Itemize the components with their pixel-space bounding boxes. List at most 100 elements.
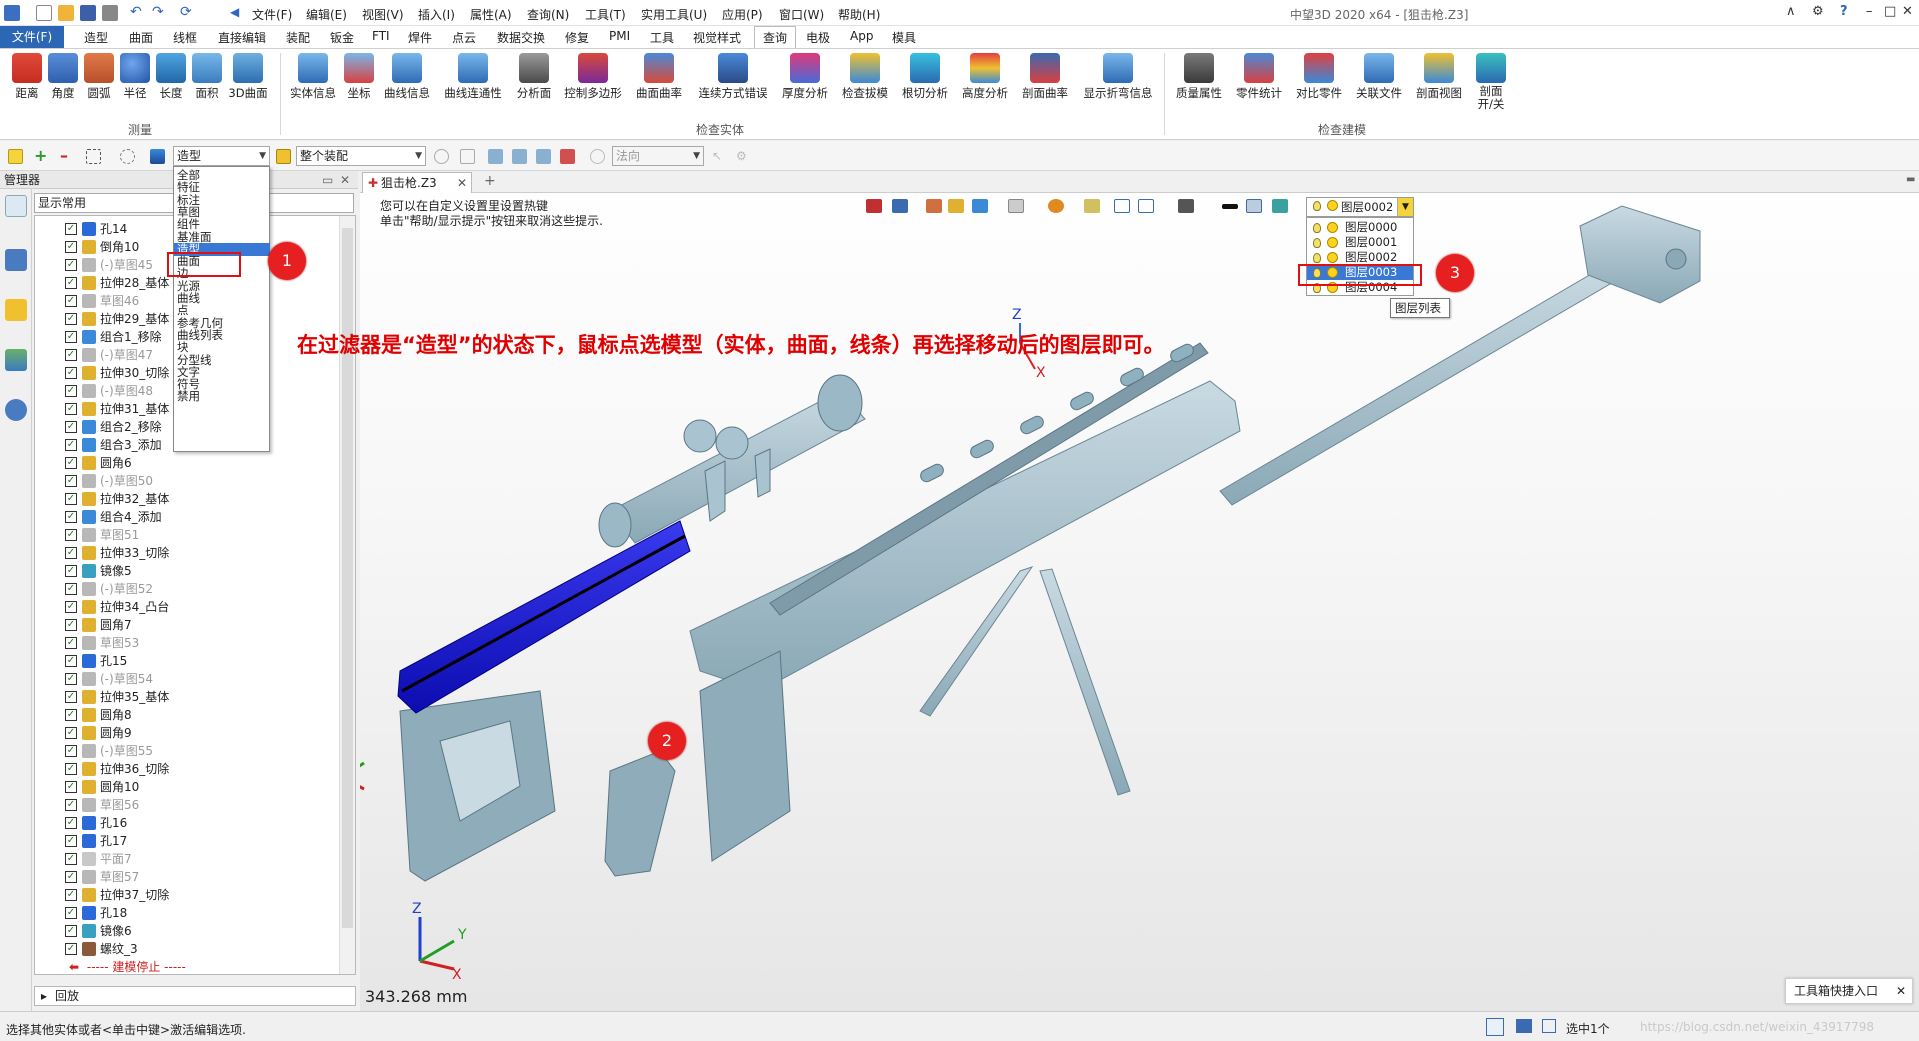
- filter-dropdown-list[interactable]: 全部 特征 标注 草图 组件 基准面 造型 曲面边光源 曲线点参考几何 曲线列表块分型线 文字 符号禁…: [173, 166, 270, 452]
- tab-weldment[interactable]: 焊件: [408, 29, 432, 46]
- distance-button[interactable]: 距离: [10, 53, 44, 101]
- settings-gear-icon[interactable]: ⚙: [1812, 4, 1824, 19]
- close-icon[interactable]: ✕: [340, 171, 350, 189]
- visibility-checkbox[interactable]: ✓: [65, 259, 77, 271]
- gear-icon[interactable]: ⚙: [736, 149, 751, 164]
- remove-icon[interactable]: –: [60, 148, 75, 164]
- part-statistics-button[interactable]: 零件统计: [1232, 53, 1286, 101]
- graphics-viewport[interactable]: ✚ 狙击枪.Z3 ✕ + ▬ 您可以在自定义设置里设置热键 单击"帮助/显示提示…: [360, 171, 1919, 1011]
- visibility-checkbox[interactable]: ✓: [65, 583, 77, 595]
- section-toggle-button[interactable]: 剖面 开/关: [1470, 53, 1512, 111]
- pin-icon[interactable]: [560, 149, 575, 164]
- length-button[interactable]: 长度: [154, 53, 188, 101]
- visibility-checkbox[interactable]: ✓: [65, 835, 77, 847]
- visibility-checkbox[interactable]: ✓: [65, 871, 77, 883]
- clock-icon[interactable]: [590, 149, 605, 164]
- assembly-combo[interactable]: 整个装配 ▼: [296, 146, 426, 166]
- analyze-face-button[interactable]: 分析面: [512, 53, 556, 101]
- align-icon[interactable]: [488, 149, 503, 164]
- visibility-checkbox[interactable]: ✓: [65, 781, 77, 793]
- open-folder-icon[interactable]: [58, 5, 74, 21]
- maximize-button[interactable]: □: [1884, 4, 1896, 19]
- visibility-checkbox[interactable]: ✓: [65, 925, 77, 937]
- snap-icon[interactable]: [460, 149, 475, 164]
- visibility-checkbox[interactable]: ✓: [65, 817, 77, 829]
- menu-tools[interactable]: 工具(T): [585, 6, 626, 23]
- menu-edit[interactable]: 编辑(E): [306, 6, 347, 23]
- collapse-ribbon-button[interactable]: ∧: [1786, 4, 1796, 19]
- visibility-checkbox[interactable]: ✓: [65, 421, 77, 433]
- scope-turret[interactable]: [683, 419, 717, 453]
- tab-data-exchange[interactable]: 数据交换: [497, 29, 545, 46]
- curve-info-button[interactable]: 曲线信息: [380, 53, 434, 101]
- tab-repair[interactable]: 修复: [565, 29, 589, 46]
- layout-icon[interactable]: [1486, 1018, 1504, 1036]
- scope-turret[interactable]: [715, 426, 749, 460]
- tab-pmi[interactable]: PMI: [609, 29, 630, 43]
- visibility-checkbox[interactable]: ✓: [65, 385, 77, 397]
- direction-combo[interactable]: 法向 ▼: [612, 146, 704, 166]
- lasso-icon[interactable]: [120, 149, 135, 164]
- menu-file[interactable]: 文件(F): [252, 6, 292, 23]
- save-icon[interactable]: [80, 5, 96, 21]
- visibility-checkbox[interactable]: ✓: [65, 907, 77, 919]
- tab-tools[interactable]: 工具: [650, 29, 674, 46]
- rebuild-icon[interactable]: ⟳: [180, 5, 196, 21]
- menu-view[interactable]: 视图(V): [362, 6, 404, 23]
- assembly-scope-icon[interactable]: [276, 149, 291, 164]
- print-icon[interactable]: [102, 5, 118, 21]
- draft-check-button[interactable]: 检查拔模: [838, 53, 892, 101]
- visibility-checkbox[interactable]: ✓: [65, 277, 77, 289]
- pin-icon[interactable]: ▭: [322, 171, 333, 189]
- menu-utilities[interactable]: 实用工具(U): [641, 6, 707, 23]
- visibility-checkbox[interactable]: ✓: [65, 619, 77, 631]
- menu-attributes[interactable]: 属性(A): [470, 6, 512, 23]
- visibility-checkbox[interactable]: ✓: [65, 709, 77, 721]
- mass-properties-button[interactable]: 质量属性: [1172, 53, 1226, 101]
- tab-wireframe[interactable]: 线框: [173, 29, 197, 46]
- file-tab[interactable]: 文件(F): [0, 26, 64, 48]
- visibility-checkbox[interactable]: ✓: [65, 331, 77, 343]
- coordinate-button[interactable]: 坐标: [342, 53, 376, 101]
- box-select-icon[interactable]: [86, 149, 101, 164]
- tab-modeling[interactable]: 造型: [84, 29, 108, 46]
- thickness-analysis-button[interactable]: 厚度分析: [778, 53, 832, 101]
- close-icon[interactable]: ✕: [1896, 979, 1906, 1003]
- menu-help[interactable]: 帮助(H): [838, 6, 880, 23]
- visibility-checkbox[interactable]: ✓: [65, 889, 77, 901]
- toolbox-quick-entry[interactable]: 工具箱快捷入口 ✕: [1785, 978, 1913, 1004]
- section-view-button[interactable]: 剖面视图: [1412, 53, 1466, 101]
- expand-arrow-icon[interactable]: ▸: [41, 987, 47, 1005]
- menu-window[interactable]: 窗口(W): [779, 6, 824, 23]
- visibility-checkbox[interactable]: ✓: [65, 601, 77, 613]
- angle-button[interactable]: 角度: [46, 53, 80, 101]
- sniper-rifle-model[interactable]: [360, 171, 1919, 1011]
- filter-combo[interactable]: 造型 ▼: [173, 146, 270, 166]
- tab-direct-edit[interactable]: 直接编辑: [218, 29, 266, 46]
- visibility-checkbox[interactable]: ✓: [65, 943, 77, 955]
- scope-objective[interactable]: [817, 374, 863, 432]
- visibility-checkbox[interactable]: ✓: [65, 493, 77, 505]
- visibility-checkbox[interactable]: ✓: [65, 745, 77, 757]
- barrel[interactable]: [1219, 262, 1623, 506]
- playback-panel[interactable]: ▸ 回放: [34, 986, 356, 1006]
- pistol-grip[interactable]: [604, 750, 676, 877]
- height-analysis-button[interactable]: 高度分析: [958, 53, 1012, 101]
- cursor-icon[interactable]: ↖: [712, 149, 727, 164]
- tab-electrode[interactable]: 电极: [806, 29, 830, 46]
- undercut-analysis-button[interactable]: 根切分析: [898, 53, 952, 101]
- tab-query[interactable]: 查询: [754, 26, 797, 48]
- visibility-checkbox[interactable]: ✓: [65, 727, 77, 739]
- arc-button[interactable]: 圆弧: [82, 53, 116, 101]
- visibility-checkbox[interactable]: ✓: [65, 763, 77, 775]
- scope-mount[interactable]: [704, 460, 726, 522]
- control-polygon-button[interactable]: 控制多边形: [560, 53, 626, 101]
- visibility-checkbox[interactable]: ✓: [65, 565, 77, 577]
- visibility-checkbox[interactable]: ✓: [65, 799, 77, 811]
- new-file-icon[interactable]: [36, 5, 52, 21]
- grid-icon[interactable]: [1542, 1019, 1556, 1033]
- menu-insert[interactable]: 插入(I): [418, 6, 455, 23]
- distribute-icon[interactable]: [512, 149, 527, 164]
- visibility-checkbox[interactable]: ✓: [65, 367, 77, 379]
- tab-app[interactable]: App: [850, 29, 873, 43]
